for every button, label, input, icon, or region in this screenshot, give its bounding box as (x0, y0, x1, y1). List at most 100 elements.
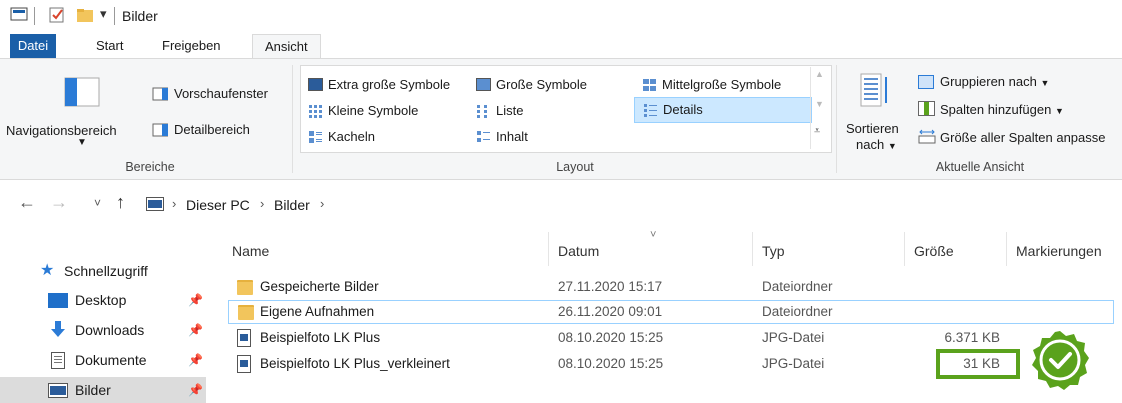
navigation-pane-icon[interactable] (64, 77, 100, 107)
table-row[interactable]: Beispielfoto LK Plus 08.10.2020 15:25 JP… (228, 326, 1114, 350)
breadcrumb-bilder[interactable]: Bilder (274, 197, 310, 213)
column-divider[interactable] (1006, 232, 1007, 266)
checkmark-badge-icon (1032, 331, 1089, 390)
column-divider[interactable] (548, 232, 549, 266)
breadcrumb-separator: › (260, 196, 265, 211)
download-arrow-icon (51, 321, 65, 337)
file-type: Dateiordner (762, 279, 833, 294)
file-date: 27.11.2020 15:17 (558, 279, 663, 294)
small-icons-icon (309, 105, 322, 118)
jpg-file-icon (237, 355, 251, 373)
groesse-aller-spalten-button[interactable]: Größe aller Spalten anpasse (940, 130, 1105, 145)
layout-extra-large-icons[interactable]: Extra große Symbole (306, 75, 450, 95)
pin-icon[interactable]: 📌 (188, 317, 203, 343)
layout-medium-icons[interactable]: Mittelgroße Symbole (640, 75, 781, 95)
forward-arrow-icon[interactable]: → (50, 192, 68, 213)
file-name: Beispielfoto LK Plus (260, 330, 381, 345)
file-date: 26.11.2020 09:01 (558, 304, 663, 319)
pin-icon[interactable]: 📌 (188, 377, 203, 403)
file-type: Dateiordner (762, 304, 833, 319)
file-type: JPG-Datei (762, 356, 825, 371)
chevron-down-icon: ▼ (1040, 78, 1050, 88)
nav-item-downloads[interactable]: Downloads 📌 (0, 317, 206, 343)
group-label-aktuelle-ansicht: Aktuelle Ansicht (935, 160, 1025, 174)
medium-icons-icon (643, 79, 656, 91)
nav-item-desktop[interactable]: Desktop 📌 (0, 287, 206, 313)
folder-icon (238, 305, 254, 320)
tab-datei[interactable]: Datei (10, 34, 56, 58)
table-row-focused[interactable]: Eigene Aufnahmen 26.11.2020 09:01 Dateio… (228, 300, 1114, 324)
column-divider[interactable] (752, 232, 753, 266)
column-divider[interactable] (904, 232, 905, 266)
sortieren-nach-button[interactable]: nach ▼ (856, 137, 897, 152)
divider (114, 7, 115, 25)
ribbon: Navigationsbereich ▼ Vorschaufenster Det… (0, 58, 1122, 180)
file-name: Eigene Aufnahmen (260, 304, 375, 319)
group-separator (292, 65, 293, 173)
pictures-icon (48, 383, 68, 398)
tab-freigeben[interactable]: Freigeben (150, 34, 233, 58)
vorschaufenster-button[interactable]: Vorschaufenster (174, 86, 268, 101)
column-header-typ[interactable]: Typ (762, 243, 785, 259)
back-arrow-icon[interactable]: ← (18, 192, 36, 213)
pin-icon[interactable]: 📌 (188, 287, 203, 313)
desktop-icon (48, 293, 68, 308)
chevron-down-icon[interactable]: ▼ (77, 137, 87, 148)
folder-icon (237, 280, 253, 295)
new-folder-icon[interactable] (76, 6, 94, 24)
file-size: 6.371 KB (944, 330, 1000, 345)
layout-list[interactable]: Liste (474, 101, 523, 121)
layout-content[interactable]: Inhalt (474, 127, 528, 147)
pin-icon[interactable]: 📌 (188, 347, 203, 373)
sortieren-label[interactable]: Sortieren (846, 121, 899, 136)
layout-details-selected[interactable]: Details (634, 97, 812, 123)
properties-icon[interactable] (48, 6, 66, 24)
content-icon (477, 131, 490, 142)
column-header-datum[interactable]: Datum (558, 243, 599, 259)
gruppieren-nach-button[interactable]: Gruppieren nach ▼ (940, 74, 1049, 89)
tab-ansicht[interactable]: Ansicht (252, 34, 321, 60)
group-label-layout: Layout (556, 160, 594, 174)
address-box[interactable]: › Dieser PC › Bilder › (142, 191, 1122, 219)
details-icon (644, 104, 657, 117)
column-header-markierungen[interactable]: Markierungen (1016, 243, 1102, 259)
title-bar: ▾ Bilder (0, 0, 1122, 34)
layout-large-icons[interactable]: Große Symbole (474, 75, 587, 95)
sort-indicator-icon: ˅ (650, 229, 657, 241)
breadcrumb-dieser-pc[interactable]: Dieser PC (186, 197, 250, 213)
column-header-name[interactable]: Name (232, 243, 269, 259)
large-icons-icon (476, 78, 491, 91)
gallery-expand-icon[interactable]: ⩡ (814, 125, 820, 138)
details-pane-icon (152, 123, 168, 137)
divider (34, 7, 35, 25)
navigationsbereich-button[interactable]: Navigationsbereich (6, 123, 117, 138)
scroll-down-icon[interactable]: ▼ (815, 99, 824, 109)
gallery-scrollbar[interactable]: ▲ ▼ ⩡ (810, 67, 829, 149)
nav-item-bilder-selected[interactable]: Bilder 📌 (0, 377, 206, 403)
add-columns-icon (918, 101, 935, 116)
nav-quick-access[interactable]: ★ Schnellzugriff (0, 258, 206, 284)
chevron-down-icon: ▼ (887, 141, 897, 151)
spalten-hinzufuegen-button[interactable]: Spalten hinzufügen ▼ (940, 102, 1064, 117)
scroll-up-icon[interactable]: ▲ (815, 69, 824, 79)
document-icon (51, 352, 65, 369)
layout-tiles[interactable]: Kacheln (306, 127, 375, 147)
layout-small-icons[interactable]: Kleine Symbole (306, 101, 418, 121)
chevron-down-icon: ▼ (1054, 106, 1064, 116)
sort-by-icon[interactable] (860, 73, 892, 109)
ribbon-tabs: Datei Start Freigeben Ansicht (0, 34, 1122, 60)
quick-access-toolbar-dropdown-icon[interactable]: ▾ (100, 6, 107, 22)
file-type: JPG-Datei (762, 330, 825, 345)
size-columns-icon (918, 129, 936, 144)
table-row[interactable]: Gespeicherte Bilder 27.11.2020 15:17 Dat… (228, 275, 1114, 299)
breadcrumb-separator: › (320, 196, 325, 211)
column-header-groesse[interactable]: Größe (914, 243, 954, 259)
recent-locations-chevron-icon[interactable]: ˅ (94, 196, 101, 210)
tab-start[interactable]: Start (84, 34, 135, 58)
up-arrow-icon[interactable]: ↑ (116, 192, 125, 213)
nav-item-dokumente[interactable]: Dokumente 📌 (0, 347, 206, 373)
tiles-icon (309, 131, 322, 143)
group-separator (836, 65, 837, 173)
window-title: Bilder (122, 8, 158, 24)
detailbereich-button[interactable]: Detailbereich (174, 122, 250, 137)
